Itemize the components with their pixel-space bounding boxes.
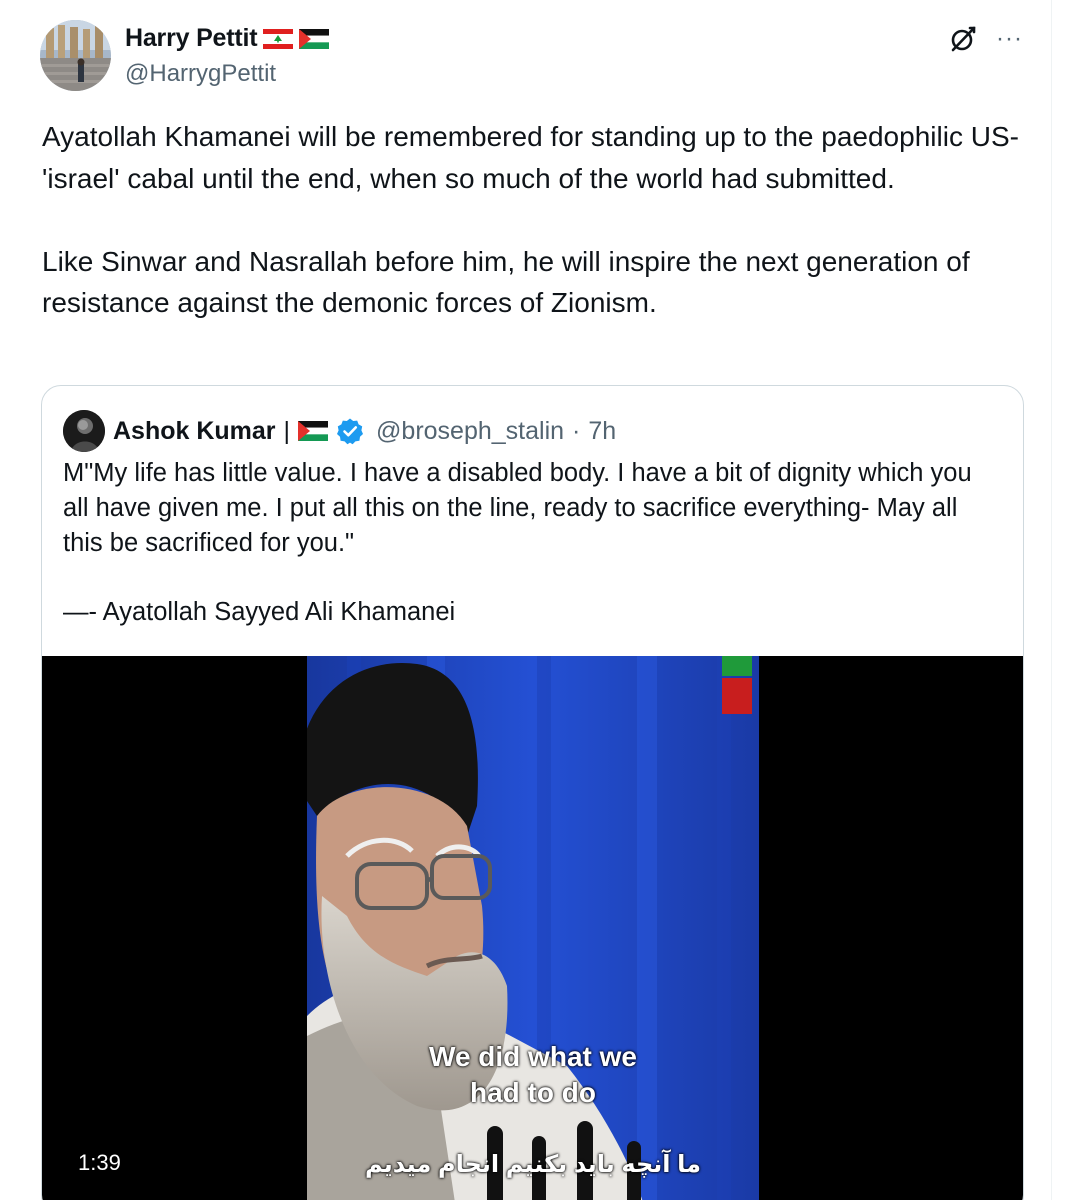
quoted-tweet-card[interactable]: Ashok Kumar | @broseph_stalin · 7h M"My … (41, 385, 1024, 1200)
tweet-paragraph-1: Ayatollah Khamanei will be remembered fo… (42, 121, 1019, 194)
palestine-flag-icon (299, 28, 330, 49)
tweet-text: Ayatollah Khamanei will be remembered fo… (42, 116, 1032, 324)
video-subtitle-line-1: We did what we (429, 1041, 637, 1072)
more-horizontal-icon[interactable]: ··· (996, 27, 1023, 51)
video-frame: We did what we had to do ما آنچه باید بک… (307, 656, 759, 1200)
tweet-card[interactable]: Harry Pettit @HarrygPettit ··· Ayatollah… (0, 0, 1052, 1200)
quoted-meta-dot: · (572, 416, 581, 445)
quoted-author-name[interactable]: Ashok Kumar (113, 417, 276, 446)
quoted-author-avatar[interactable] (63, 410, 105, 452)
quoted-timestamp[interactable]: 7h (588, 417, 616, 446)
quoted-attribution: —- Ayatollah Sayyed Ali Khamanei (63, 598, 456, 627)
quoted-quote-text: M"My life has little value. I have a dis… (63, 459, 972, 557)
author-name-row: Harry Pettit (125, 24, 330, 53)
grok-slash-circle-icon[interactable] (948, 24, 978, 54)
tweet-top-actions: ··· (948, 24, 1023, 54)
quoted-name-separator: | (283, 416, 291, 445)
author-handle[interactable]: @HarrygPettit (125, 60, 276, 88)
verified-badge-icon[interactable] (336, 417, 364, 445)
video-still-image (307, 656, 759, 1200)
author-display-name[interactable]: Harry Pettit (125, 24, 258, 53)
palestine-flag-icon (298, 421, 329, 441)
quoted-author-handle[interactable]: @broseph_stalin (376, 417, 564, 446)
video-subtitle-line-2: had to do (470, 1077, 596, 1108)
tweet-paragraph-2: Like Sinwar and Nasrallah before him, he… (42, 245, 970, 319)
author-avatar[interactable] (40, 20, 111, 91)
video-subtitle-farsi: ما آنچه باید بکنیم انجام میدیم (364, 1151, 702, 1178)
quoted-author-row: Ashok Kumar | @broseph_stalin · 7h (63, 410, 616, 452)
quoted-tweet-text: M"My life has little value. I have a dis… (63, 456, 1003, 630)
video-duration-badge: 1:39 (64, 1146, 135, 1180)
lebanon-flag-icon (263, 28, 294, 49)
video-player[interactable]: We did what we had to do ما آنچه باید بک… (42, 656, 1023, 1200)
